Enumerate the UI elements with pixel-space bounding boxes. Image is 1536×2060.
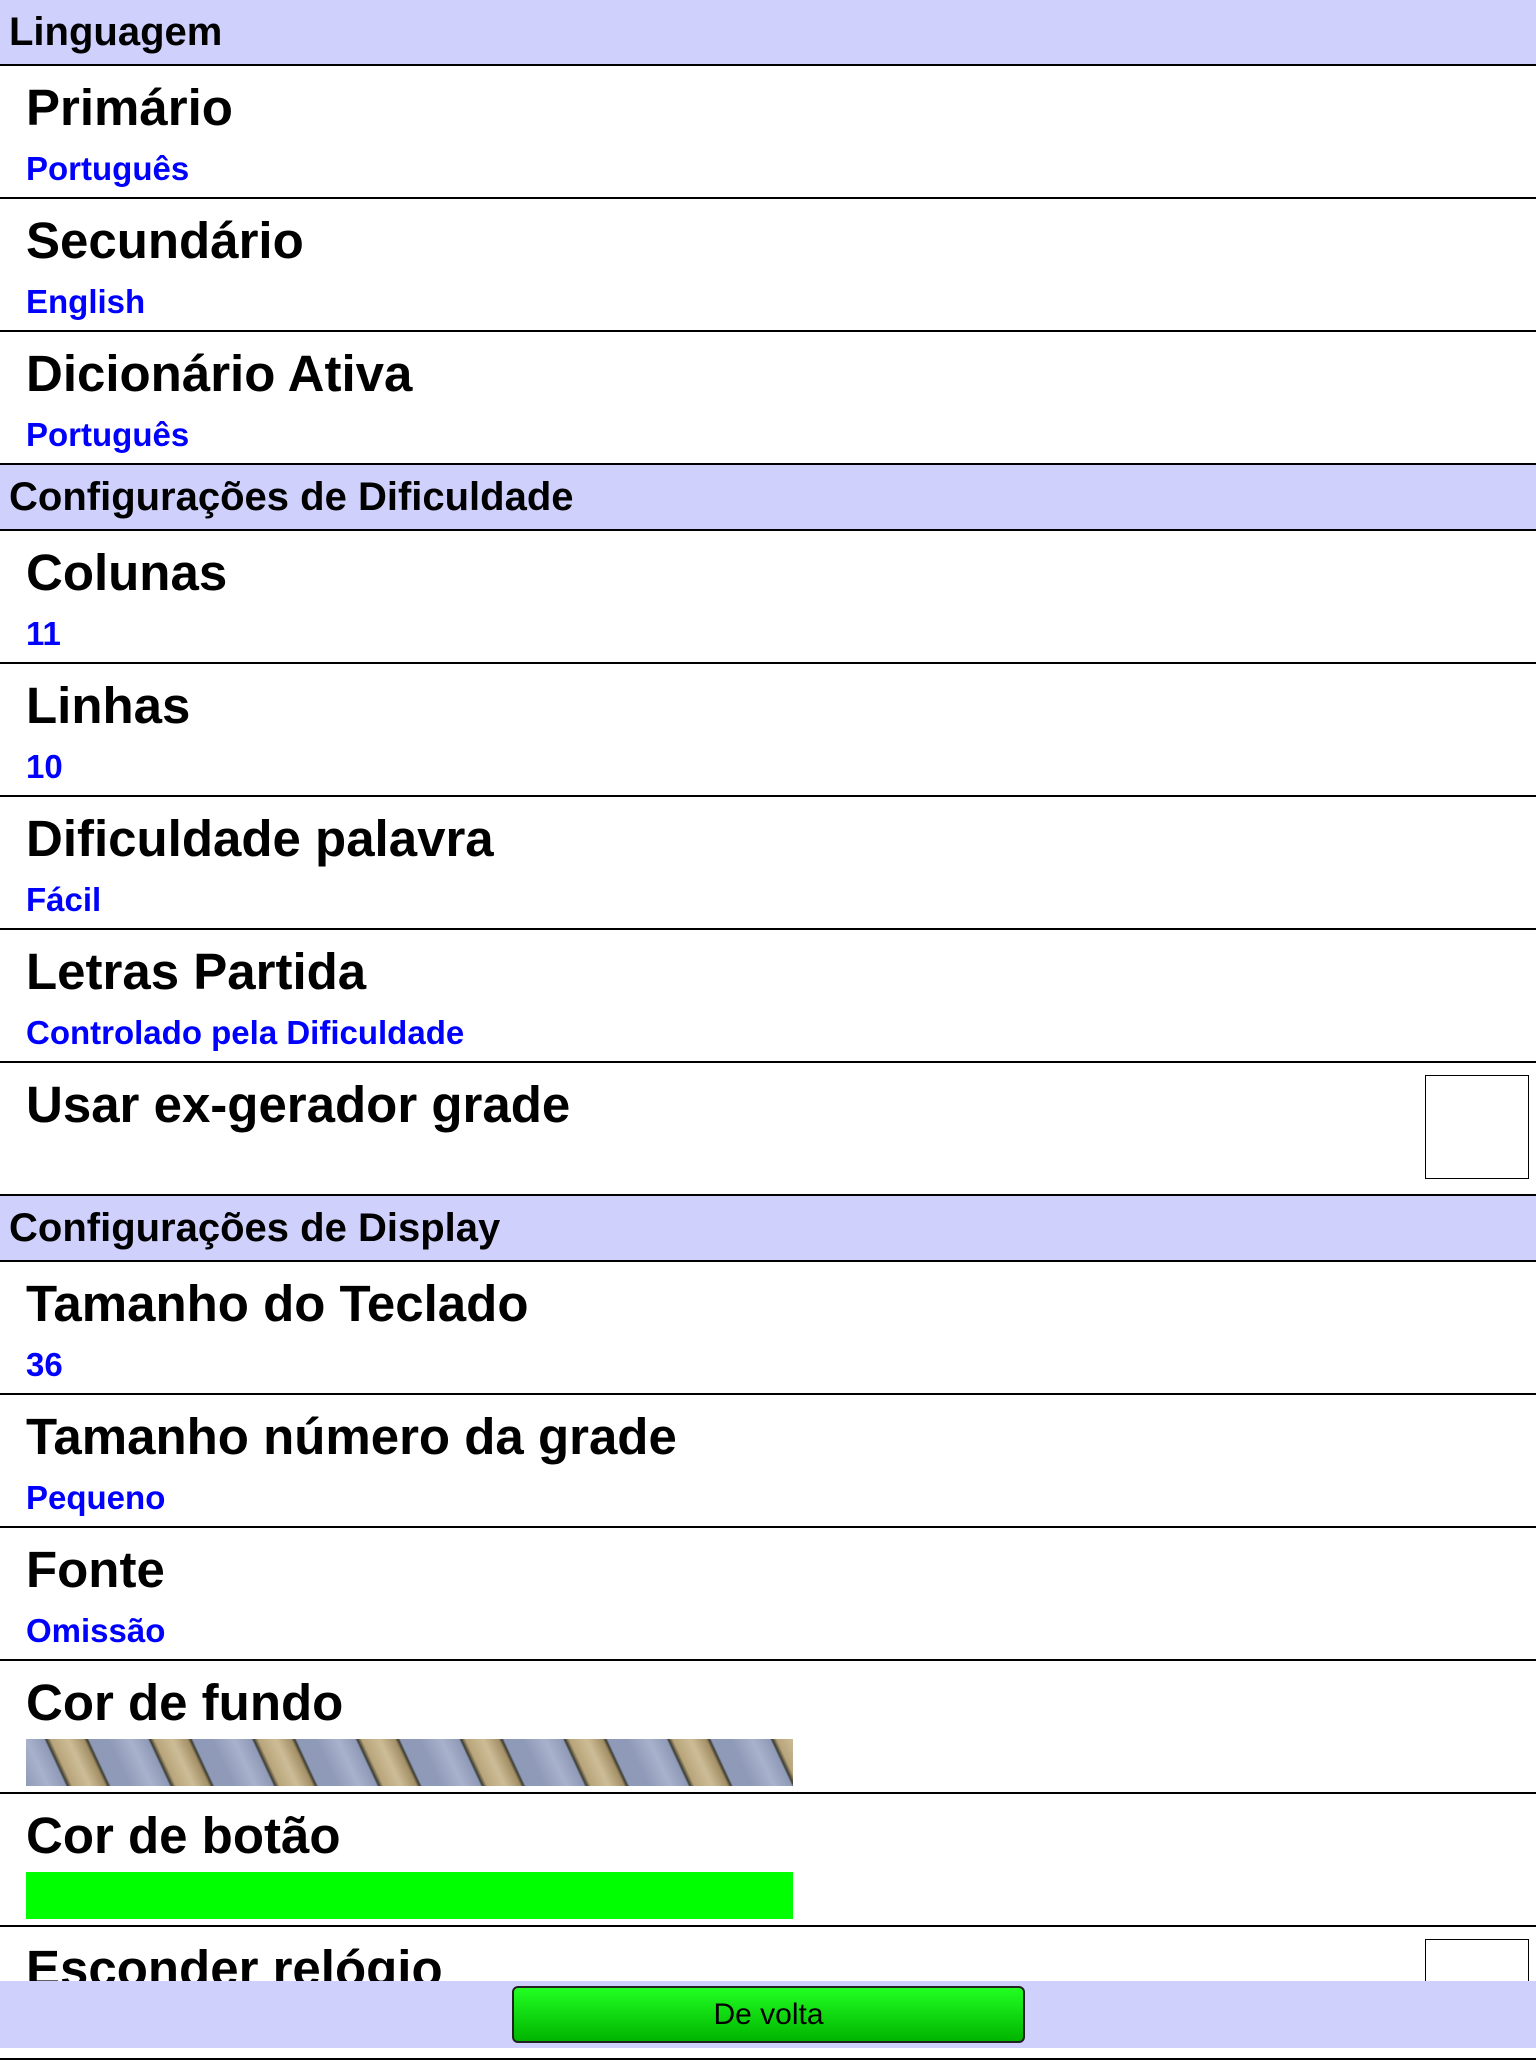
setting-value: Omissão [26,1612,166,1649]
setting-starting-letters[interactable]: Letras Partida Controlado pela Dificuldad… [0,930,1536,1063]
setting-value: Fácil [26,881,102,918]
section-header-display: Configurações de Display [0,1196,1536,1262]
setting-title: Colunas [26,544,228,601]
setting-title: Linhas [26,677,191,734]
old-grid-generator-checkbox[interactable] [1425,1075,1529,1179]
setting-button-color[interactable]: Cor de botão [0,1794,1536,1927]
setting-grid-number-size[interactable]: Tamanho número da grade Pequeno [0,1395,1536,1528]
setting-value: Português [26,150,190,187]
setting-value: Controlado pela Dificuldade [26,1014,465,1051]
setting-value: 11 [26,615,61,652]
setting-title: Usar ex-gerador grade [26,1076,571,1133]
settings-list: Linguagem Primário Português Secundário En… [0,0,1536,2060]
setting-title: Letras Partida [26,943,367,1000]
button-color-swatch[interactable] [26,1872,793,1919]
setting-title: Tamanho número da grade [26,1408,677,1465]
back-button[interactable]: De volta [512,1986,1025,2043]
setting-columns[interactable]: Colunas 11 [0,531,1536,664]
section-title: Linguagem [9,10,223,54]
setting-font[interactable]: Fonte Omissão [0,1528,1536,1661]
section-header-difficulty: Configurações de Dificuldade [0,465,1536,531]
setting-old-grid-generator[interactable]: Usar ex-gerador grade [0,1063,1536,1196]
section-title: Configurações de Display [9,1206,501,1250]
setting-title: Cor de botão [26,1807,341,1864]
setting-title: Cor de fundo [26,1674,344,1731]
setting-title: Primário [26,79,233,136]
footer-bar: De volta [0,1981,1536,2048]
section-title: Configurações de Dificuldade [9,475,574,519]
background-pattern-swatch[interactable] [26,1739,793,1786]
setting-keyboard-size[interactable]: Tamanho do Teclado 36 [0,1262,1536,1395]
setting-primary-language[interactable]: Primário Português [0,66,1536,199]
setting-rows[interactable]: Linhas 10 [0,664,1536,797]
setting-word-difficulty[interactable]: Dificuldade palavra Fácil [0,797,1536,930]
setting-value: English [26,283,146,320]
setting-secondary-language[interactable]: Secundário English [0,199,1536,332]
setting-title: Tamanho do Teclado [26,1275,529,1332]
setting-value: 36 [26,1346,63,1383]
setting-title: Dicionário Ativa [26,345,413,402]
setting-value: Pequeno [26,1479,166,1516]
section-header-language: Linguagem [0,0,1536,66]
setting-title: Fonte [26,1541,165,1598]
setting-title: Dificuldade palavra [26,810,494,867]
setting-value: 10 [26,748,63,785]
setting-value: Português [26,416,190,453]
setting-background-color[interactable]: Cor de fundo [0,1661,1536,1794]
setting-title: Secundário [26,212,304,269]
setting-active-dictionary[interactable]: Dicionário Ativa Português [0,332,1536,465]
